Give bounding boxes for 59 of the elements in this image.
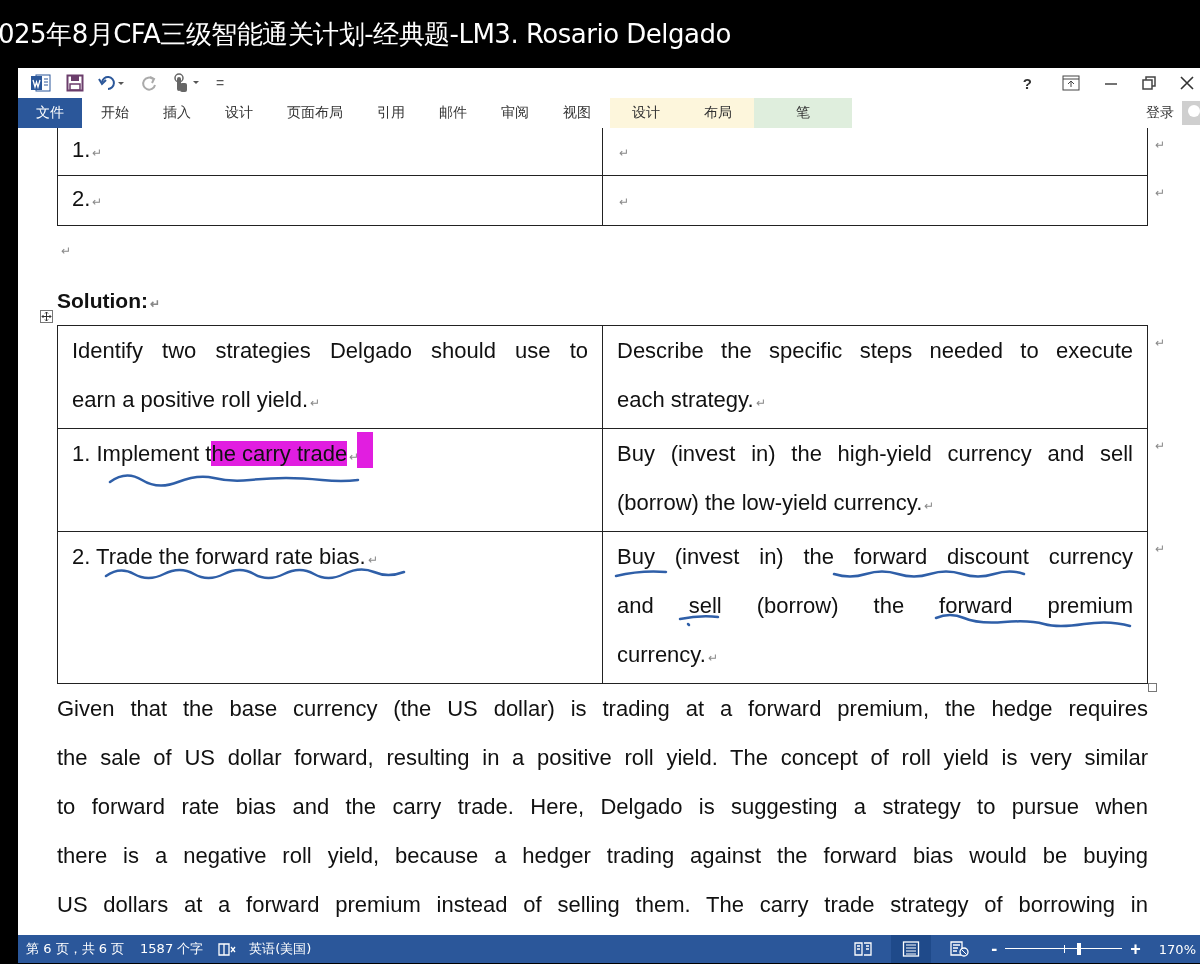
sign-in-link[interactable]: 登录 [1146,104,1174,122]
restore-icon[interactable] [1142,76,1156,90]
row-end-mark: ↵ [1155,542,1165,556]
table-cell-text: Buy (invest in) the high-yield currency and sell [617,440,1133,467]
undo-icon[interactable] [98,74,126,92]
table-cell-text: (borrow) the low-yield currency.↵ [617,489,936,517]
ribbon-tab[interactable]: 文件 [18,98,82,128]
table-cell-text: 2. Trade the forward rate bias.↵ [72,543,379,571]
body-text-line: US dollars at a forward premium instead of selling them. The carry trade strategy of borrowing in [57,891,1148,919]
table-cell-text: 1. Implement the carry trade↵ [72,440,361,468]
book-icon [854,941,873,957]
body-text-line: the sale of US dollar forward, resulting in a positive roll yield. The concept of roll yield is very similar [57,744,1148,772]
zoom-in-button[interactable]: + [1130,938,1141,960]
table-cell-text: each strategy.↵ [617,386,767,414]
row-end-mark: ↵ [1155,138,1165,152]
highlighter-cursor [357,432,373,468]
ink-stroke [614,570,668,578]
row-end-mark: ↵ [1155,439,1165,453]
body-text-line: there is a negative roll yield, because a hedger trading against the forward bias would be buying [57,842,1148,870]
ribbon-tab[interactable]: 设计 [610,98,682,128]
row-end-mark: ↵ [1155,336,1165,350]
table-move-handle-icon[interactable] [40,310,53,323]
solution-heading: Solution:↵ [57,288,160,313]
table-cell-text: 1.↵ [72,136,104,164]
body-text-line: to forward rate bias and the carry trade. Here, Delgado is suggesting a strategy to pursue when [57,793,1148,821]
zoom-slider[interactable] [1005,943,1123,955]
proofing-icon[interactable] [217,941,238,957]
view-button[interactable] [891,935,932,963]
table-cell-text: Buy (invest in) the forward discount currency [617,543,1133,570]
help-button[interactable]: ? [1022,74,1032,92]
customize-menu-button[interactable]: = [216,75,225,91]
table-cell-text: Describe the specific steps needed to execute [617,337,1133,364]
web-page-icon [949,941,970,957]
ink-stroke [678,615,720,627]
body-text-line: Given that the base currency (the US dollar) is trading at a forward premium, the hedge requires [57,695,1148,723]
save-icon[interactable] [66,74,84,92]
window-title: 025年8月CFA三级智能通关计划-经典题-LM3. Rosario Delgado [0,17,731,51]
table-cell-text: 2.↵ [72,185,104,213]
table-cell-text: ↵ [618,145,630,162]
row-end-mark: ↵ [1155,186,1165,200]
zoom-level[interactable]: 170% [1158,941,1196,957]
table-resize-handle-icon[interactable] [1148,683,1157,692]
language-indicator[interactable]: 英语(美国) [249,940,312,958]
table-cell-text: currency.↵ [617,641,719,669]
touch-mode-icon[interactable] [172,73,202,93]
zoom-out-button[interactable]: - [991,938,998,960]
ribbon-display-icon[interactable] [1062,75,1080,91]
ribbon-tab[interactable]: 笔 [754,98,852,128]
close-icon[interactable] [1180,76,1194,90]
paragraph-mark: ↵ [61,244,71,258]
word-logo-icon[interactable] [30,73,52,93]
table-cell-text: and sell (borrow) the forward premium [617,592,1133,619]
word-count[interactable]: 1587 个字 [140,940,204,958]
table-cell-text: Identify two strategies Delgado should use to [72,337,588,364]
page-count[interactable]: 第 6 页，共 6 页 [26,940,125,958]
ribbon-tab[interactable]: 布局 [682,98,754,128]
page-icon [902,941,921,957]
table-cell-text: earn a positive roll yield.↵ [72,386,321,414]
table-cell-text: ↵ [618,194,630,211]
